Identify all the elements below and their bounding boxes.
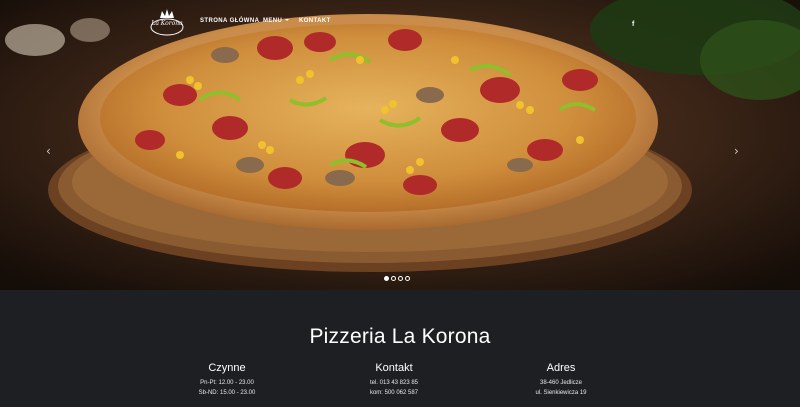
address-column: Adres 38-460 Jedlicze ul. Sienkiewicza 1… xyxy=(481,362,641,398)
carousel-indicators xyxy=(384,276,410,281)
hours-heading: Czynne xyxy=(208,362,246,374)
contact-mobile[interactable]: kom: 500 062 587 xyxy=(314,388,474,398)
carousel-dot[interactable] xyxy=(398,276,403,281)
top-navigation: La Korona STRONA GŁÓWNA MENU KONTAKT f xyxy=(0,6,800,36)
nav-link-menu[interactable]: MENU xyxy=(263,18,290,24)
contact-column: Kontakt tel. 013 43 823 85 kom: 500 062 … xyxy=(314,362,474,398)
address-line: 38-460 Jedlicze xyxy=(539,380,583,386)
carousel-dot[interactable] xyxy=(405,276,410,281)
nav-link-strona-glowna[interactable]: STRONA GŁÓWNA xyxy=(200,18,259,24)
carousel-dot[interactable] xyxy=(384,276,389,281)
page-title: Pizzeria La Korona xyxy=(309,325,491,348)
hours-line: Pn-Pt: 12.00 - 23.00 xyxy=(200,380,254,386)
info-section: Pizzeria La Korona Czynne Pn-Pt: 12.00 -… xyxy=(0,290,800,407)
nav-link-menu-label: MENU xyxy=(263,18,283,24)
hero-slider: La Korona STRONA GŁÓWNA MENU KONTAKT f ‹… xyxy=(0,0,800,290)
address-heading: Adres xyxy=(546,362,576,374)
carousel-next-icon[interactable]: › xyxy=(734,144,739,158)
nav-link-kontakt[interactable]: KONTAKT xyxy=(299,18,331,24)
logo-text: La Korona xyxy=(151,20,183,27)
facebook-icon[interactable]: f xyxy=(632,21,634,28)
hours-line: Sb-ND: 15.00 - 23.00 xyxy=(198,390,256,396)
chevron-down-icon xyxy=(285,19,290,22)
contact-heading: Kontakt xyxy=(375,362,413,374)
la-korona-logo[interactable]: La Korona xyxy=(150,8,184,36)
carousel-dot[interactable] xyxy=(391,276,396,281)
pizza-photo xyxy=(0,0,800,290)
address-line: ul. Sienkiewicza 19 xyxy=(535,390,587,396)
hours-column: Czynne Pn-Pt: 12.00 - 23.00 Sb-ND: 15.00… xyxy=(147,362,307,398)
contact-phone[interactable]: tel. 013 43 823 85 xyxy=(314,378,474,388)
carousel-prev-icon[interactable]: ‹ xyxy=(46,144,51,158)
